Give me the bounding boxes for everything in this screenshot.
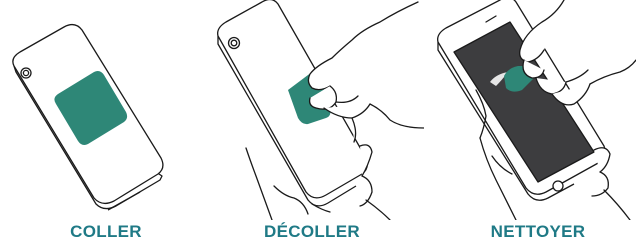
hand-icon bbox=[591, 147, 631, 220]
step-decoller: DÉCOLLER bbox=[212, 0, 424, 246]
steps-row: COLLER DÉCOLLER NETTOYER bbox=[0, 0, 636, 246]
step-decoller-label: DÉCOLLER bbox=[264, 222, 360, 241]
step-coller-illustration bbox=[12, 23, 164, 211]
step-nettoyer: NETTOYER bbox=[424, 0, 636, 246]
step-decoller-illustration bbox=[217, 0, 424, 220]
step-nettoyer-illustration bbox=[437, 0, 636, 220]
phone-back-icon bbox=[217, 0, 368, 207]
instruction-diagram: COLLER DÉCOLLER NETTOYER bbox=[0, 0, 636, 246]
step-coller: COLLER bbox=[0, 0, 212, 246]
step-coller-label: COLLER bbox=[70, 222, 142, 241]
step-nettoyer-label: NETTOYER bbox=[490, 222, 586, 241]
phone-front-icon bbox=[437, 0, 606, 201]
hand-icon bbox=[359, 144, 391, 220]
